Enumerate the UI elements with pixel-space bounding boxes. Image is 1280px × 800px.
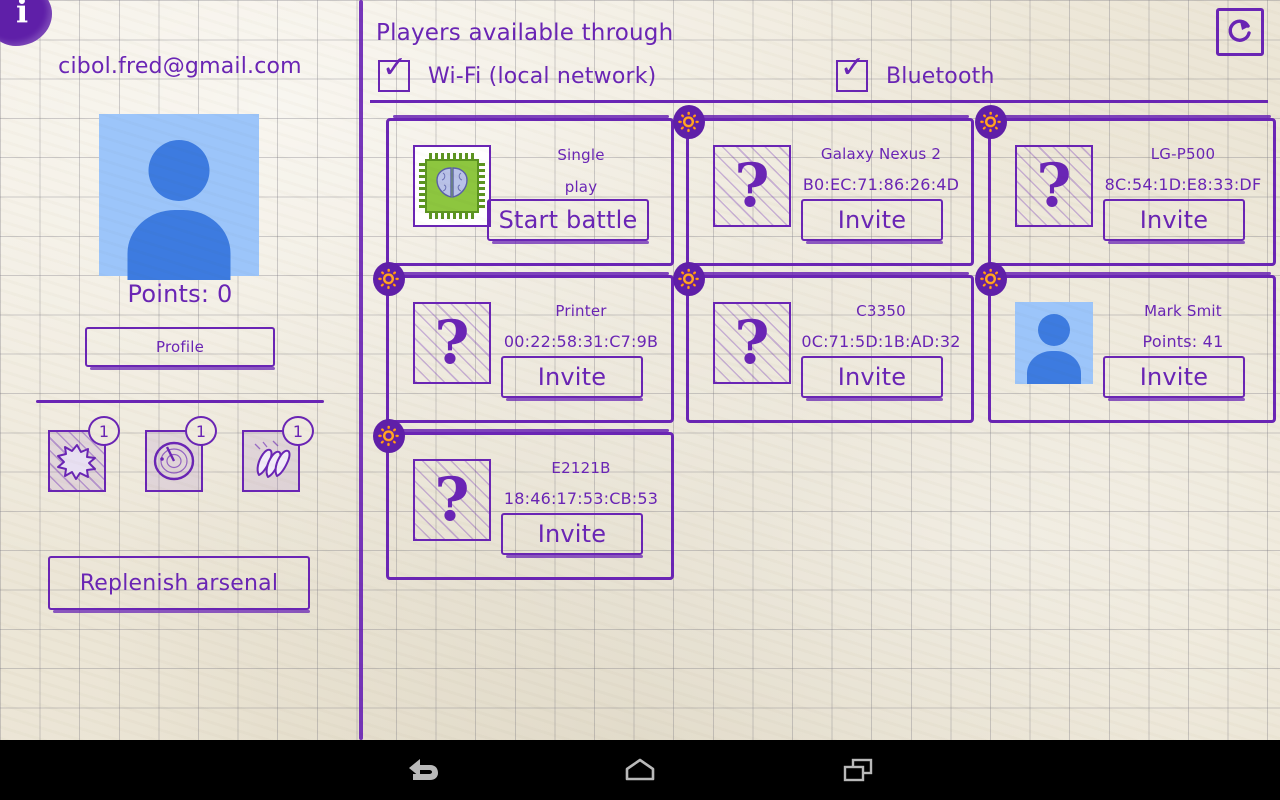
bluetooth-icon: 🔅 (673, 262, 705, 296)
bluetooth-icon: 🔅 (673, 105, 705, 139)
invite-button[interactable]: Invite (1103, 356, 1245, 398)
invite-button[interactable]: Invite (501, 513, 643, 555)
card-mac-address: 0C:71:5D:1B:AD:32 (797, 332, 965, 351)
player-card-c3350[interactable]: 🔅 ? C3350 0C:71:5D:1B:AD:32 Invite (686, 275, 974, 423)
card-title: Single play (499, 139, 663, 203)
bluetooth-icon: 🔅 (975, 262, 1007, 296)
invite-button[interactable]: Invite (501, 356, 643, 398)
start-battle-button[interactable]: Start battle (487, 199, 649, 241)
player-card-lg-p500[interactable]: 🔅 ? LG-P500 8C:54:1D:E8:33:DF Invite (988, 118, 1276, 266)
card-title-line1: Single (499, 139, 663, 171)
card-title: Mark Smit (1101, 302, 1265, 320)
question-mark-icon: ? (413, 302, 491, 384)
invite-label: Invite (1140, 206, 1209, 234)
start-battle-label: Start battle (499, 206, 638, 234)
question-glyph: ? (415, 461, 489, 539)
player-card-single-play[interactable]: Single play Start battle (386, 118, 674, 266)
invite-label: Invite (1140, 363, 1209, 391)
invite-button[interactable]: Invite (801, 199, 943, 241)
players-grid: Single play Start battle 🔅 ? Galaxy Nexu… (0, 0, 1280, 740)
person-avatar-icon (1015, 302, 1093, 384)
player-card-galaxy-nexus-2[interactable]: 🔅 ? Galaxy Nexus 2 B0:EC:71:86:26:4D Inv… (686, 118, 974, 266)
player-card-e2121b[interactable]: 🔅 ? E2121B 18:46:17:53:CB:53 Invite (386, 432, 674, 580)
card-mac-address: 00:22:58:31:C7:9B (497, 332, 665, 351)
game-lobby-screen: i cibol.fred@gmail.com Points: 0 Profile… (0, 0, 1280, 740)
question-mark-icon: ? (413, 459, 491, 541)
card-mac-address: B0:EC:71:86:26:4D (797, 175, 965, 194)
invite-button[interactable]: Invite (1103, 199, 1245, 241)
invite-label: Invite (838, 206, 907, 234)
question-glyph: ? (1017, 147, 1091, 225)
player-card-mark-smit[interactable]: 🔅 Mark Smit Points: 41 Invite (988, 275, 1276, 423)
bluetooth-icon: 🔅 (373, 262, 405, 296)
card-mac-address: 18:46:17:53:CB:53 (497, 489, 665, 508)
question-glyph: ? (715, 147, 789, 225)
card-title: LG-P500 (1101, 145, 1265, 163)
question-mark-icon: ? (713, 145, 791, 227)
bluetooth-icon: 🔅 (975, 105, 1007, 139)
card-title: Galaxy Nexus 2 (799, 145, 963, 163)
avatar-head (1038, 314, 1070, 346)
info-glyph: i (16, 0, 28, 30)
player-card-printer[interactable]: 🔅 ? Printer 00:22:58:31:C7:9B Invite (386, 275, 674, 423)
recent-apps-icon[interactable] (798, 740, 918, 800)
card-title: E2121B (499, 459, 663, 477)
question-mark-icon: ? (713, 302, 791, 384)
question-glyph: ? (415, 304, 489, 382)
question-glyph: ? (715, 304, 789, 382)
question-mark-icon: ? (1015, 145, 1093, 227)
card-mac-address: 8C:54:1D:E8:33:DF (1099, 175, 1267, 194)
invite-label: Invite (538, 520, 607, 548)
avatar-body (1027, 351, 1081, 384)
home-icon[interactable] (580, 740, 700, 800)
invite-label: Invite (838, 363, 907, 391)
bluetooth-icon: 🔅 (373, 419, 405, 453)
back-arrow-icon[interactable] (364, 740, 484, 800)
android-navigation-bar (0, 740, 1280, 800)
card-title: Printer (499, 302, 663, 320)
invite-label: Invite (538, 363, 607, 391)
invite-button[interactable]: Invite (801, 356, 943, 398)
card-title: C3350 (799, 302, 963, 320)
card-points: Points: 41 (1099, 332, 1267, 351)
cpu-brain-icon (413, 145, 491, 227)
